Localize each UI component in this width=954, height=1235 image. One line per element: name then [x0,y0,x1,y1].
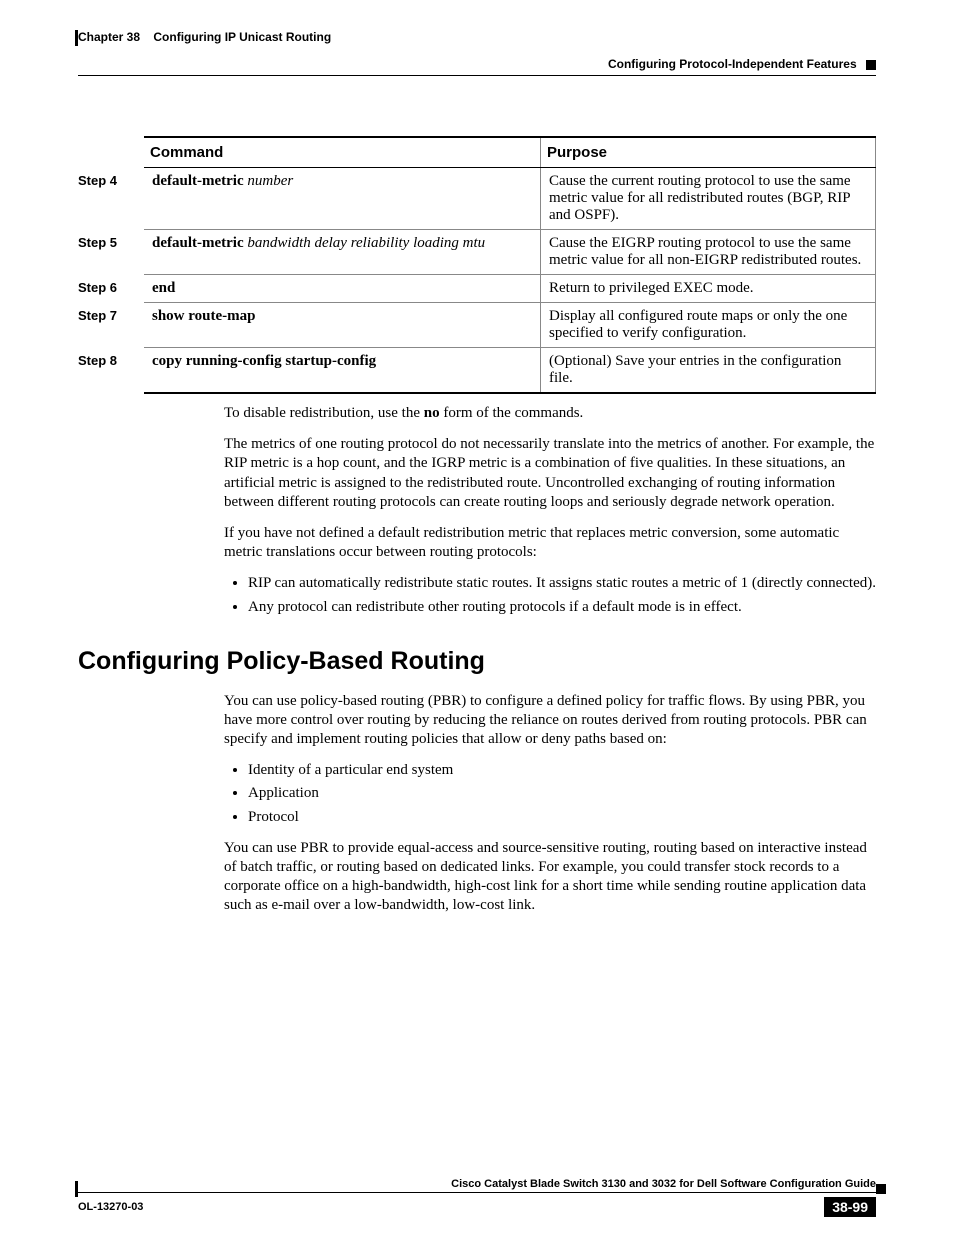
bullet-list: Identity of a particular end system Appl… [224,761,876,827]
command-italic: bandwidth delay reliability loading mtu [247,235,485,251]
command-cell: default-metric bandwidth delay reliabili… [144,230,541,275]
text-bold: no [424,405,440,421]
footer-page-number: 38-99 [824,1197,876,1217]
step-header-blank [78,137,144,168]
list-item: Identity of a particular end system [248,761,876,780]
step-label: Step 4 [78,168,144,230]
body-text-block: To disable redistribution, use the no fo… [224,404,876,617]
purpose-header: Purpose [541,137,876,168]
footer-square-icon [876,1184,886,1194]
header-section: Configuring Protocol-Independent Feature… [608,57,876,71]
header-chapter: Chapter 38 Configuring IP Unicast Routin… [78,30,331,44]
chapter-number: Chapter 38 [78,30,140,44]
footer-guide-title: Cisco Catalyst Blade Switch 3130 and 303… [78,1178,876,1190]
command-bold: copy running-config startup-config [152,353,376,369]
list-item: Protocol [248,808,876,827]
text: form of the commands. [440,405,584,421]
paragraph: To disable redistribution, use the no fo… [224,404,876,423]
footer-doc-id: OL-13270-03 [78,1201,143,1213]
table-header-row: Command Purpose [78,137,876,168]
step-label: Step 7 [78,303,144,348]
command-bold: default-metric [152,235,244,251]
paragraph: You can use PBR to provide equal-access … [224,839,876,916]
table-row: Step 8 copy running-config startup-confi… [78,348,876,394]
purpose-cell: Cause the EIGRP routing protocol to use … [541,230,876,275]
table-row: Step 5 default-metric bandwidth delay re… [78,230,876,275]
page-footer: Cisco Catalyst Blade Switch 3130 and 303… [78,1178,876,1217]
command-cell: show route-map [144,303,541,348]
command-italic: number [247,173,293,189]
section-name: Configuring Protocol-Independent Feature… [608,57,857,71]
table-row: Step 6 end Return to privileged EXEC mod… [78,275,876,303]
section-heading: Configuring Policy-Based Routing [78,647,876,676]
purpose-cell: Display all configured route maps or onl… [541,303,876,348]
step-label: Step 6 [78,275,144,303]
header-square-icon [866,60,876,70]
chapter-title: Configuring IP Unicast Routing [153,30,331,44]
command-table: Command Purpose Step 4 default-metric nu… [78,136,876,394]
command-cell: end [144,275,541,303]
text: To disable redistribution, use the [224,405,424,421]
list-item: Any protocol can redistribute other rout… [248,598,876,617]
page-header: Chapter 38 Configuring IP Unicast Routin… [78,30,876,76]
purpose-cell: Return to privileged EXEC mode. [541,275,876,303]
footer-rule-marker [75,1181,78,1197]
footer-rule [78,1192,876,1193]
list-item: Application [248,784,876,803]
list-item: RIP can automatically redistribute stati… [248,574,876,593]
step-label: Step 8 [78,348,144,394]
bullet-list: RIP can automatically redistribute stati… [224,574,876,616]
paragraph: The metrics of one routing protocol do n… [224,435,876,512]
command-cell: copy running-config startup-config [144,348,541,394]
command-bold: show route-map [152,308,255,324]
purpose-cell: Cause the current routing protocol to us… [541,168,876,230]
paragraph: You can use policy-based routing (PBR) t… [224,692,876,750]
table-row: Step 4 default-metric number Cause the c… [78,168,876,230]
body-text-block-2: You can use policy-based routing (PBR) t… [224,692,876,916]
purpose-cell: (Optional) Save your entries in the conf… [541,348,876,394]
table-row: Step 7 show route-map Display all config… [78,303,876,348]
command-bold: default-metric [152,173,244,189]
command-header: Command [144,137,541,168]
command-cell: default-metric number [144,168,541,230]
paragraph: If you have not defined a default redist… [224,524,876,562]
step-label: Step 5 [78,230,144,275]
command-bold: end [152,280,175,296]
